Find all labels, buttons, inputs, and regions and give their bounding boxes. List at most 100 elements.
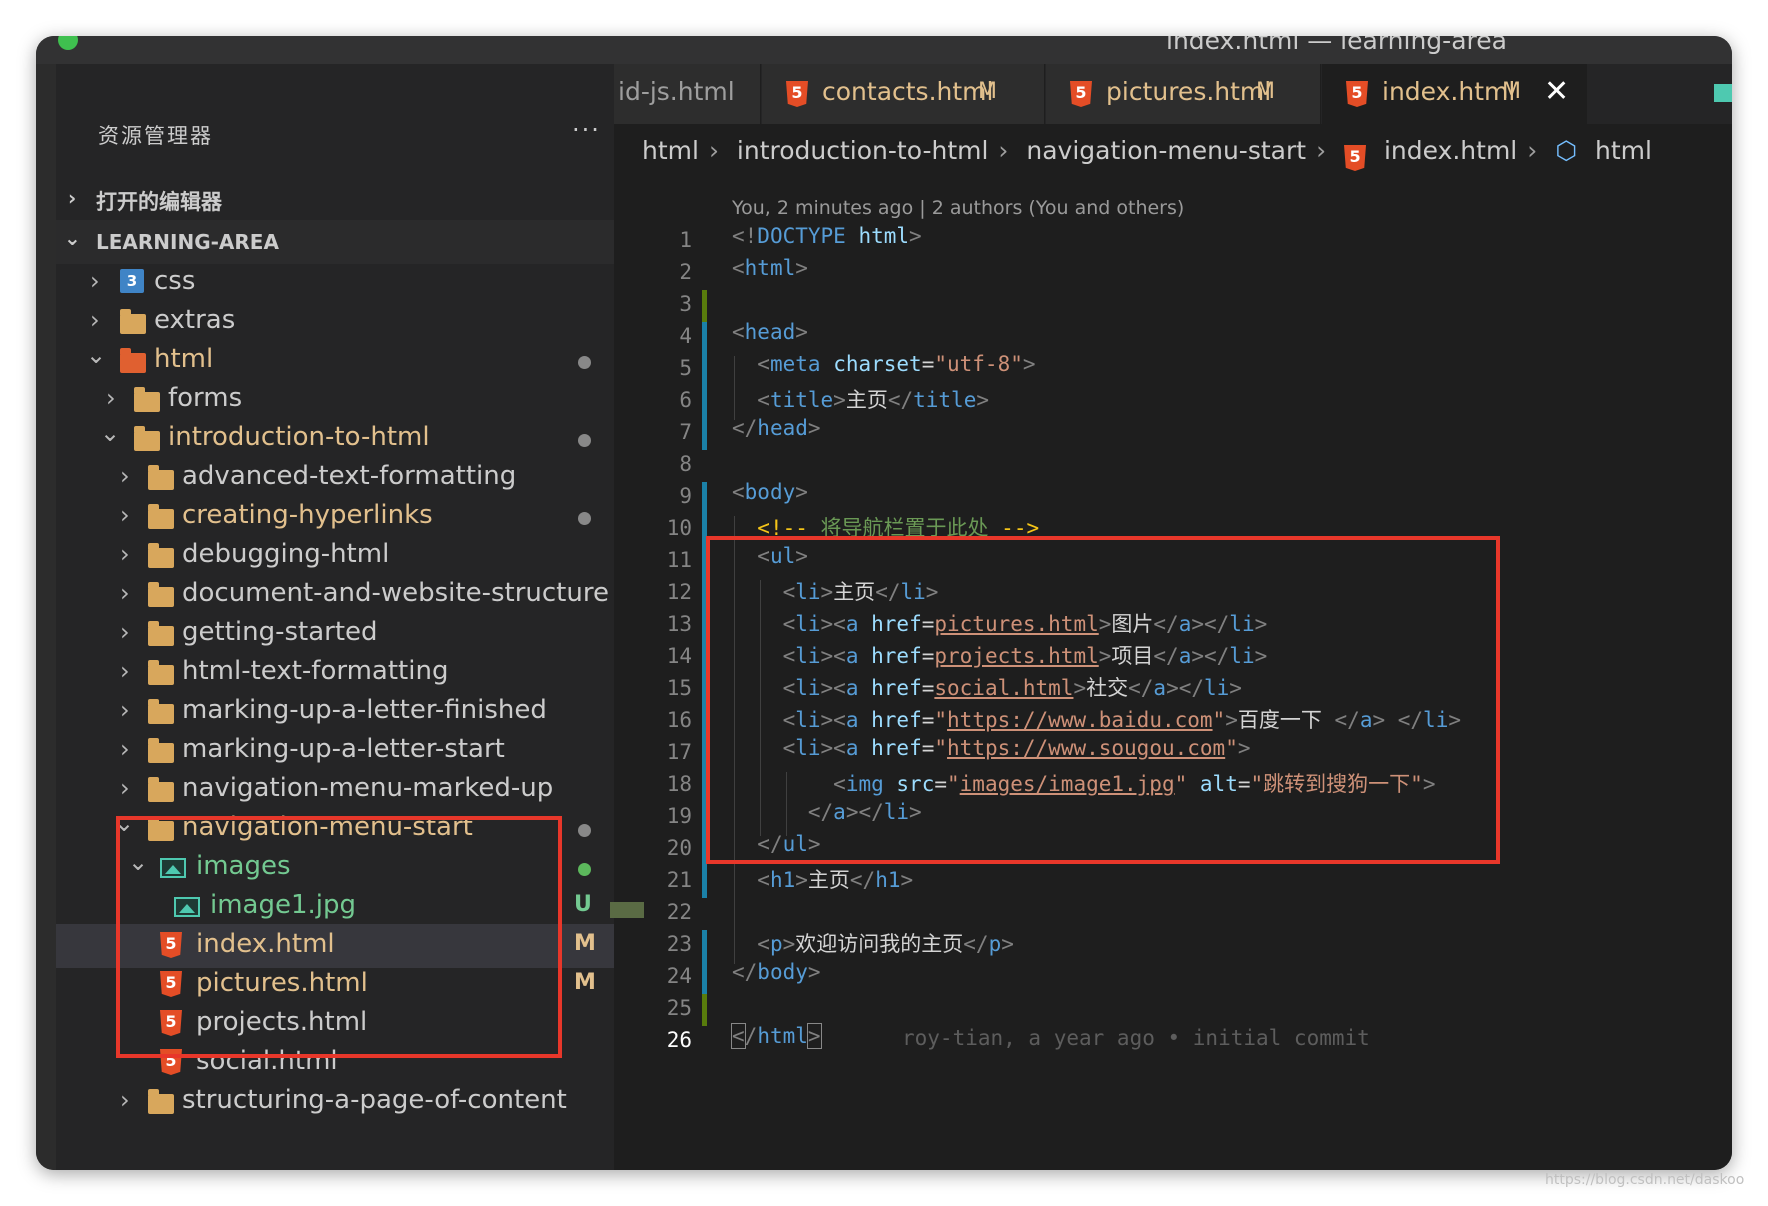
code-line-23[interactable]: <p>欢迎访问我的主页</p> (732, 928, 1014, 958)
line-number: 14 (666, 644, 692, 668)
modified-dot (578, 356, 591, 369)
activity-bar (36, 64, 56, 1170)
html5-icon: 5 (786, 81, 808, 107)
tree-item-document-and-website-structure[interactable]: › document-and-website-structure (56, 573, 614, 617)
window-zoom-button[interactable] (58, 36, 78, 50)
tree-item-navigation-menu-marked-up[interactable]: › navigation-menu-marked-up (56, 768, 614, 812)
tree-item-label: html-text-formatting (182, 656, 449, 686)
untracked-dot (578, 863, 591, 876)
git-added-bar (702, 290, 707, 322)
chevron-right-icon: › (120, 579, 130, 607)
editor-area: id-js.html 5 contacts.html M 5 pictures.… (610, 64, 1732, 1170)
explorer-title: 资源管理器 (98, 124, 213, 148)
tab-label: id-js.html (618, 77, 735, 106)
git-status-badge: U (574, 892, 592, 917)
tab-id-js[interactable]: id-js.html (614, 64, 761, 124)
breadcrumb-item[interactable]: navigation-menu-start (1026, 136, 1306, 165)
line-number: 19 (666, 804, 692, 828)
tree-item-label: introduction-to-html (168, 422, 430, 452)
chevron-down-icon: ⌄ (86, 341, 107, 369)
tree-item-forms[interactable]: › forms (56, 378, 614, 422)
folder-icon (148, 621, 174, 646)
tree-item-debugging-html[interactable]: › debugging-html (56, 534, 614, 578)
workspace-label: LEARNING-AREA (96, 230, 279, 254)
tab-pictures[interactable]: 5 pictures.html M (1046, 64, 1321, 124)
tree-item-html-text-formatting[interactable]: › html-text-formatting (56, 651, 614, 695)
html5-icon: 5 (1346, 81, 1368, 107)
tree-item-marking-up-a-letter-start[interactable]: › marking-up-a-letter-start (56, 729, 614, 773)
tree-item-getting-started[interactable]: › getting-started (56, 612, 614, 656)
chevron-right-icon: › (1527, 136, 1538, 165)
tree-item-label: getting-started (182, 617, 378, 647)
code-line-7[interactable]: </head> (732, 416, 821, 440)
tab-modified-badge: M (1502, 79, 1521, 104)
tree-item-creating-hyperlinks[interactable]: › creating-hyperlinks (56, 495, 614, 539)
code-line-21[interactable]: <h1>主页</h1> (732, 864, 913, 894)
line-number: 4 (679, 324, 692, 348)
tab-bar: id-js.html 5 contacts.html M 5 pictures.… (614, 64, 1732, 124)
line-number: 1 (679, 228, 692, 252)
breadcrumb-item[interactable]: introduction-to-html (737, 136, 989, 165)
workspace-section[interactable]: ⌄ LEARNING-AREA (56, 220, 614, 264)
close-icon[interactable]: ✕ (1544, 74, 1569, 109)
tree-item-label: html (154, 344, 214, 374)
chevron-right-icon: › (120, 462, 130, 490)
image-tab-icon[interactable] (1714, 84, 1732, 102)
breadcrumb-item[interactable]: index.html (1384, 136, 1517, 165)
line-number: 17 (666, 740, 692, 764)
tab-modified-badge: M (978, 79, 997, 104)
breadcrumb-item[interactable]: html (1595, 136, 1652, 165)
line-number: 12 (666, 580, 692, 604)
tree-item-introduction-to-html[interactable]: ⌄ introduction-to-html (56, 417, 614, 461)
breadcrumb-item[interactable]: html (642, 136, 699, 165)
folder-icon (120, 309, 146, 334)
folder-open-icon (134, 426, 160, 451)
line-number: 3 (679, 292, 692, 316)
line-number: 10 (666, 516, 692, 540)
line-number: 26 (666, 1028, 692, 1052)
tab-modified-badge: M (1256, 79, 1275, 104)
code-line-4[interactable]: <head> (732, 320, 808, 344)
tree-item-advanced-text-formatting[interactable]: › advanced-text-formatting (56, 456, 614, 500)
tab-index[interactable]: 5 index.html M ✕ (1322, 64, 1587, 124)
code-line-24[interactable]: </body> (732, 960, 821, 984)
folder-icon (134, 387, 160, 412)
line-number: 13 (666, 612, 692, 636)
breadcrumb: html › introduction-to-html › navigation-m… (642, 136, 1662, 171)
tree-item-css[interactable]: › 3 css (56, 261, 614, 305)
code-line-1[interactable]: <!DOCTYPE html> (732, 224, 922, 248)
folder-icon (148, 582, 174, 607)
line-number: 24 (666, 964, 692, 988)
window-title: index.html — learning-area (1166, 36, 1507, 55)
tree-item-marking-up-a-letter-finished[interactable]: › marking-up-a-letter-finished (56, 690, 614, 734)
tab-label: contacts.html (822, 77, 994, 106)
tab-contacts[interactable]: 5 contacts.html M (762, 64, 1045, 124)
html5-icon: 5 (1344, 145, 1367, 171)
code-line-6[interactable]: <title>主页</title> (732, 384, 989, 414)
line-number: 16 (666, 708, 692, 732)
line-number: 2 (679, 260, 692, 284)
tree-item-label: structuring-a-page-of-content (182, 1085, 567, 1115)
tree-item-html[interactable]: ⌄ html (56, 339, 614, 383)
tree-item-extras[interactable]: › extras (56, 300, 614, 344)
code-line-5[interactable]: <meta charset="utf-8"> (732, 352, 1035, 376)
git-modified-bar (702, 930, 707, 994)
codelens-blame[interactable]: You, 2 minutes ago | 2 authors (You and … (732, 197, 1184, 219)
tree-item-label: creating-hyperlinks (182, 500, 433, 530)
explorer-more-button[interactable]: ··· (572, 116, 601, 144)
folder-icon (148, 1089, 174, 1114)
line-number: 11 (666, 548, 692, 572)
tree-item-label: forms (168, 383, 243, 413)
code-line-9[interactable]: <body> (732, 480, 808, 504)
title-bar: index.html — learning-area (36, 36, 1732, 64)
line-number: 21 (666, 868, 692, 892)
chevron-right-icon: › (120, 618, 130, 646)
chevron-down-icon: ⌄ (64, 226, 81, 250)
code-line-26[interactable]: </html> (731, 1023, 822, 1049)
tree-item-structuring-a-page-of-content[interactable]: › structuring-a-page-of-content (56, 1080, 614, 1124)
folder-icon (148, 738, 174, 763)
open-editors-section[interactable]: › 打开的编辑器 (56, 176, 614, 221)
code-line-2[interactable]: <html> (732, 256, 808, 280)
tab-label: pictures.html (1106, 77, 1272, 106)
line-number: 7 (679, 420, 692, 444)
